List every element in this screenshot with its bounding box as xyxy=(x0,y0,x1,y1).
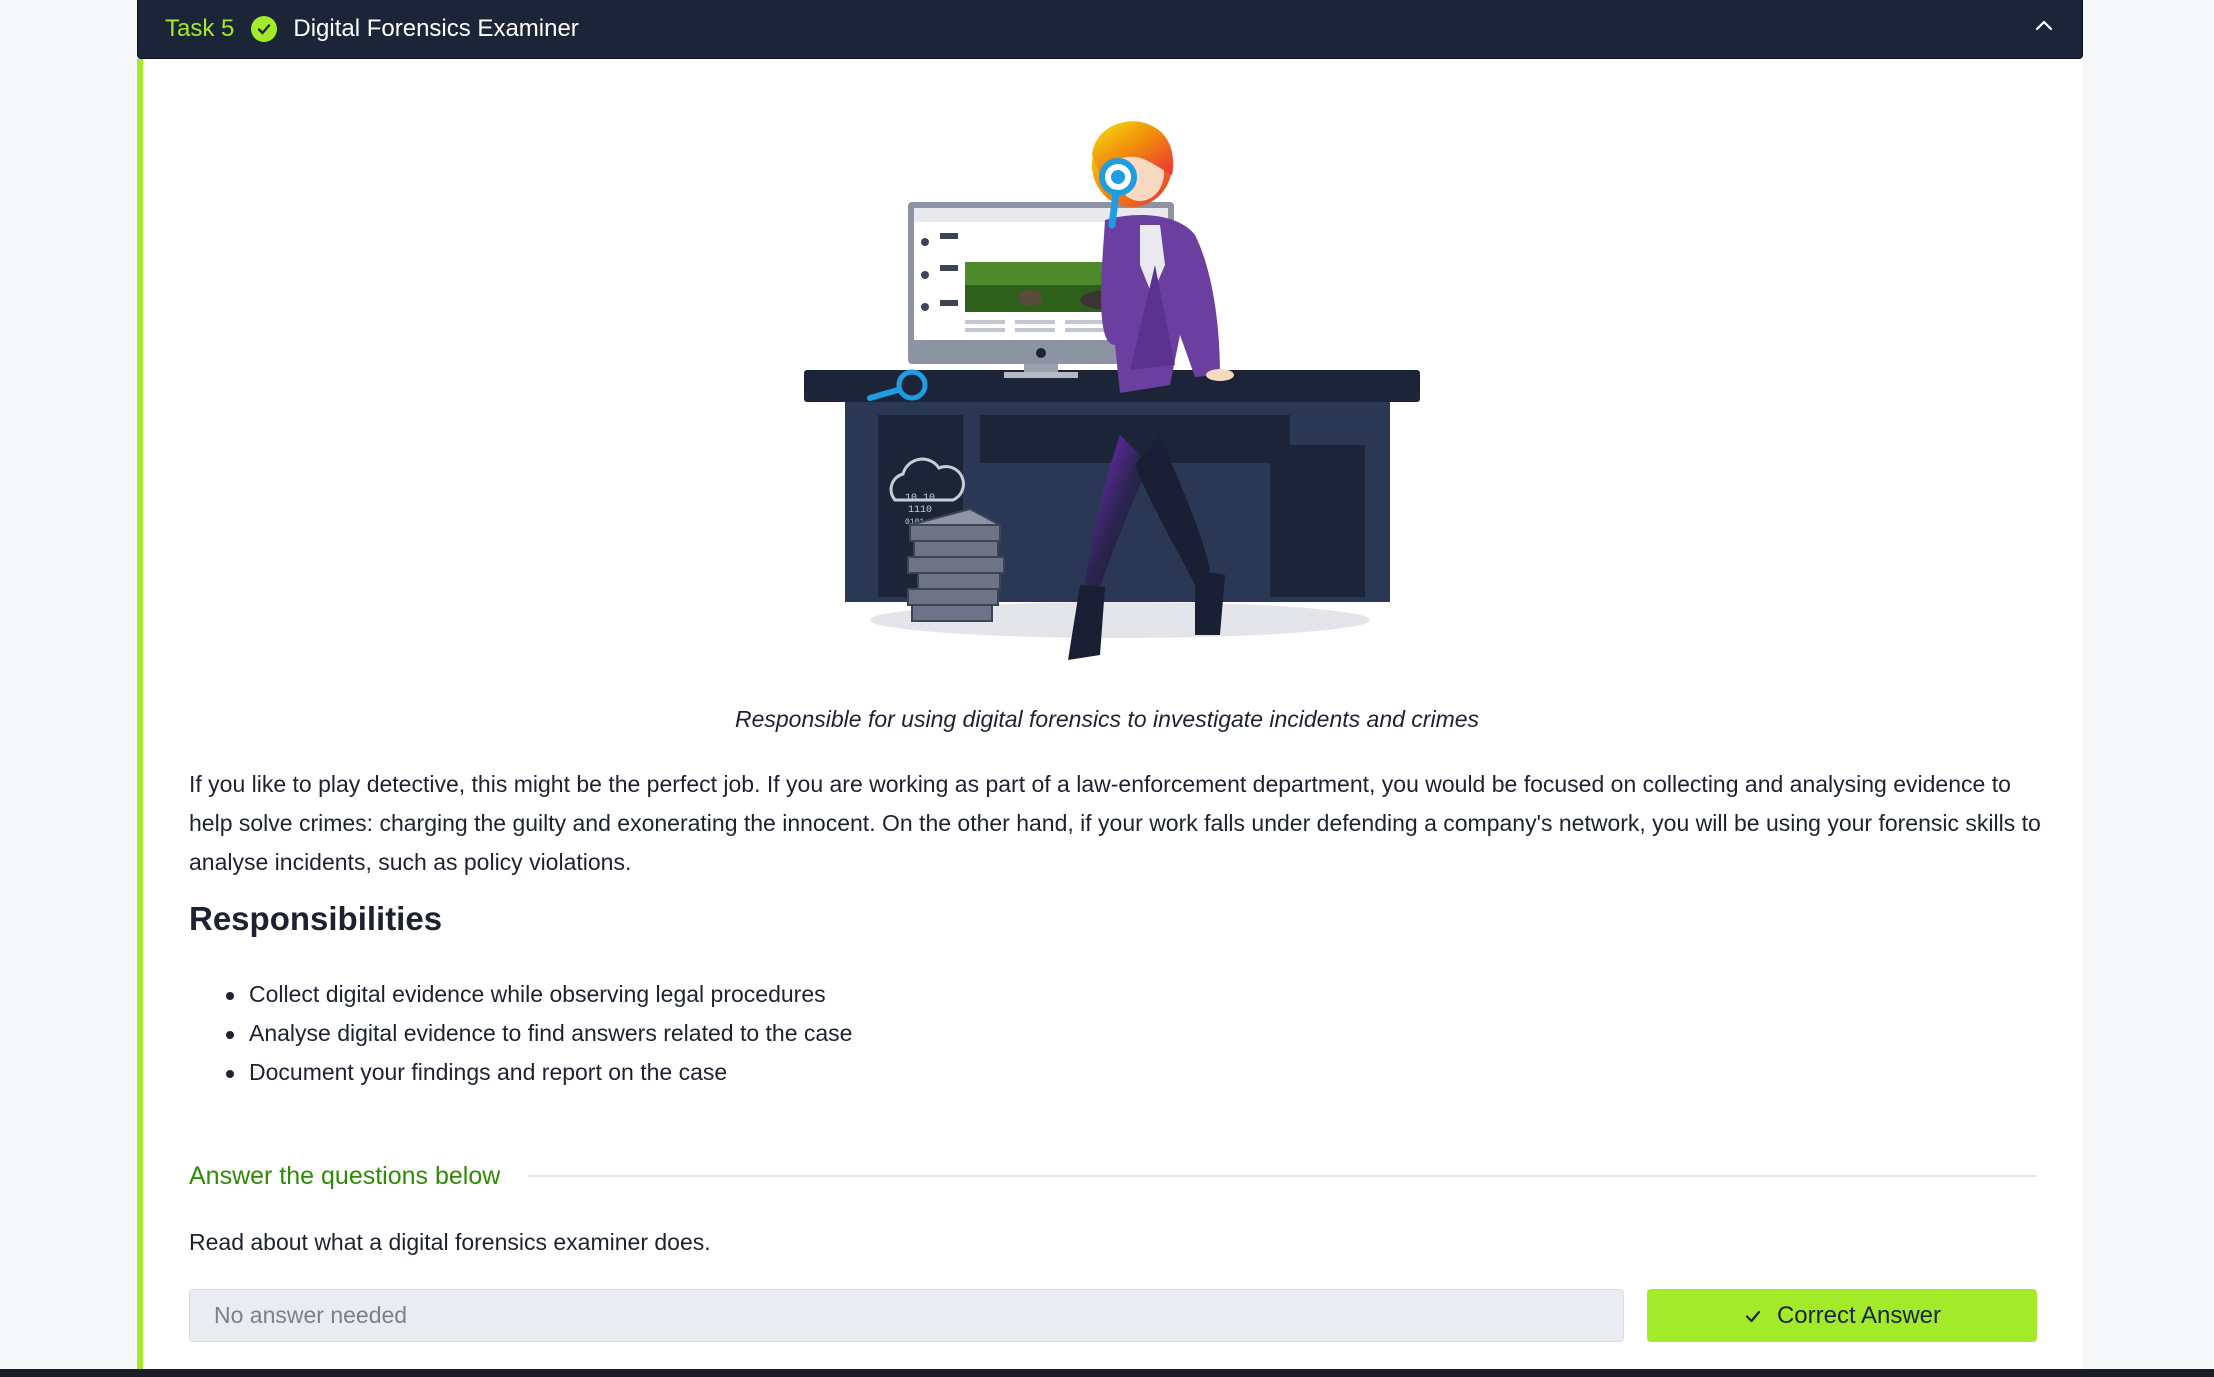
bottom-bar xyxy=(0,1369,2214,1377)
answer-input[interactable] xyxy=(189,1289,1624,1342)
correct-answer-button[interactable]: Correct Answer xyxy=(1647,1289,2037,1342)
list-item: Collect digital evidence while observing… xyxy=(189,975,852,1014)
responsibilities-heading: Responsibilities xyxy=(189,900,443,937)
responsibilities-list: Collect digital evidence while observing… xyxy=(189,975,852,1092)
code-line: 10 10 xyxy=(905,493,935,504)
task-title: Digital Forensics Examiner xyxy=(293,15,579,42)
list-item: Analyse digital evidence to find answers… xyxy=(189,1014,852,1053)
question-text: Read about what a digital forensics exam… xyxy=(189,1229,711,1255)
correct-answer-label: Correct Answer xyxy=(1776,1301,1942,1329)
section-divider xyxy=(528,1175,2037,1177)
description-paragraph: If you like to play detective, this migh… xyxy=(189,771,2041,875)
check-icon xyxy=(1745,1310,1761,1322)
task-header[interactable]: Task 5 Digital Forensics Examiner xyxy=(137,0,2083,59)
task-number: Task 5 xyxy=(165,15,235,42)
forensics-examiner-illustration: 10 10 1110 0101 01 xyxy=(804,121,1420,660)
image-caption: Responsible for using digital forensics … xyxy=(734,706,1480,732)
list-item: Document your findings and report on the… xyxy=(189,1053,852,1092)
check-circle-icon xyxy=(251,16,278,42)
chevron-up-icon[interactable] xyxy=(2032,14,2056,38)
answer-section-label: Answer the questions below xyxy=(189,1162,501,1190)
code-line: 1110 xyxy=(908,505,932,516)
